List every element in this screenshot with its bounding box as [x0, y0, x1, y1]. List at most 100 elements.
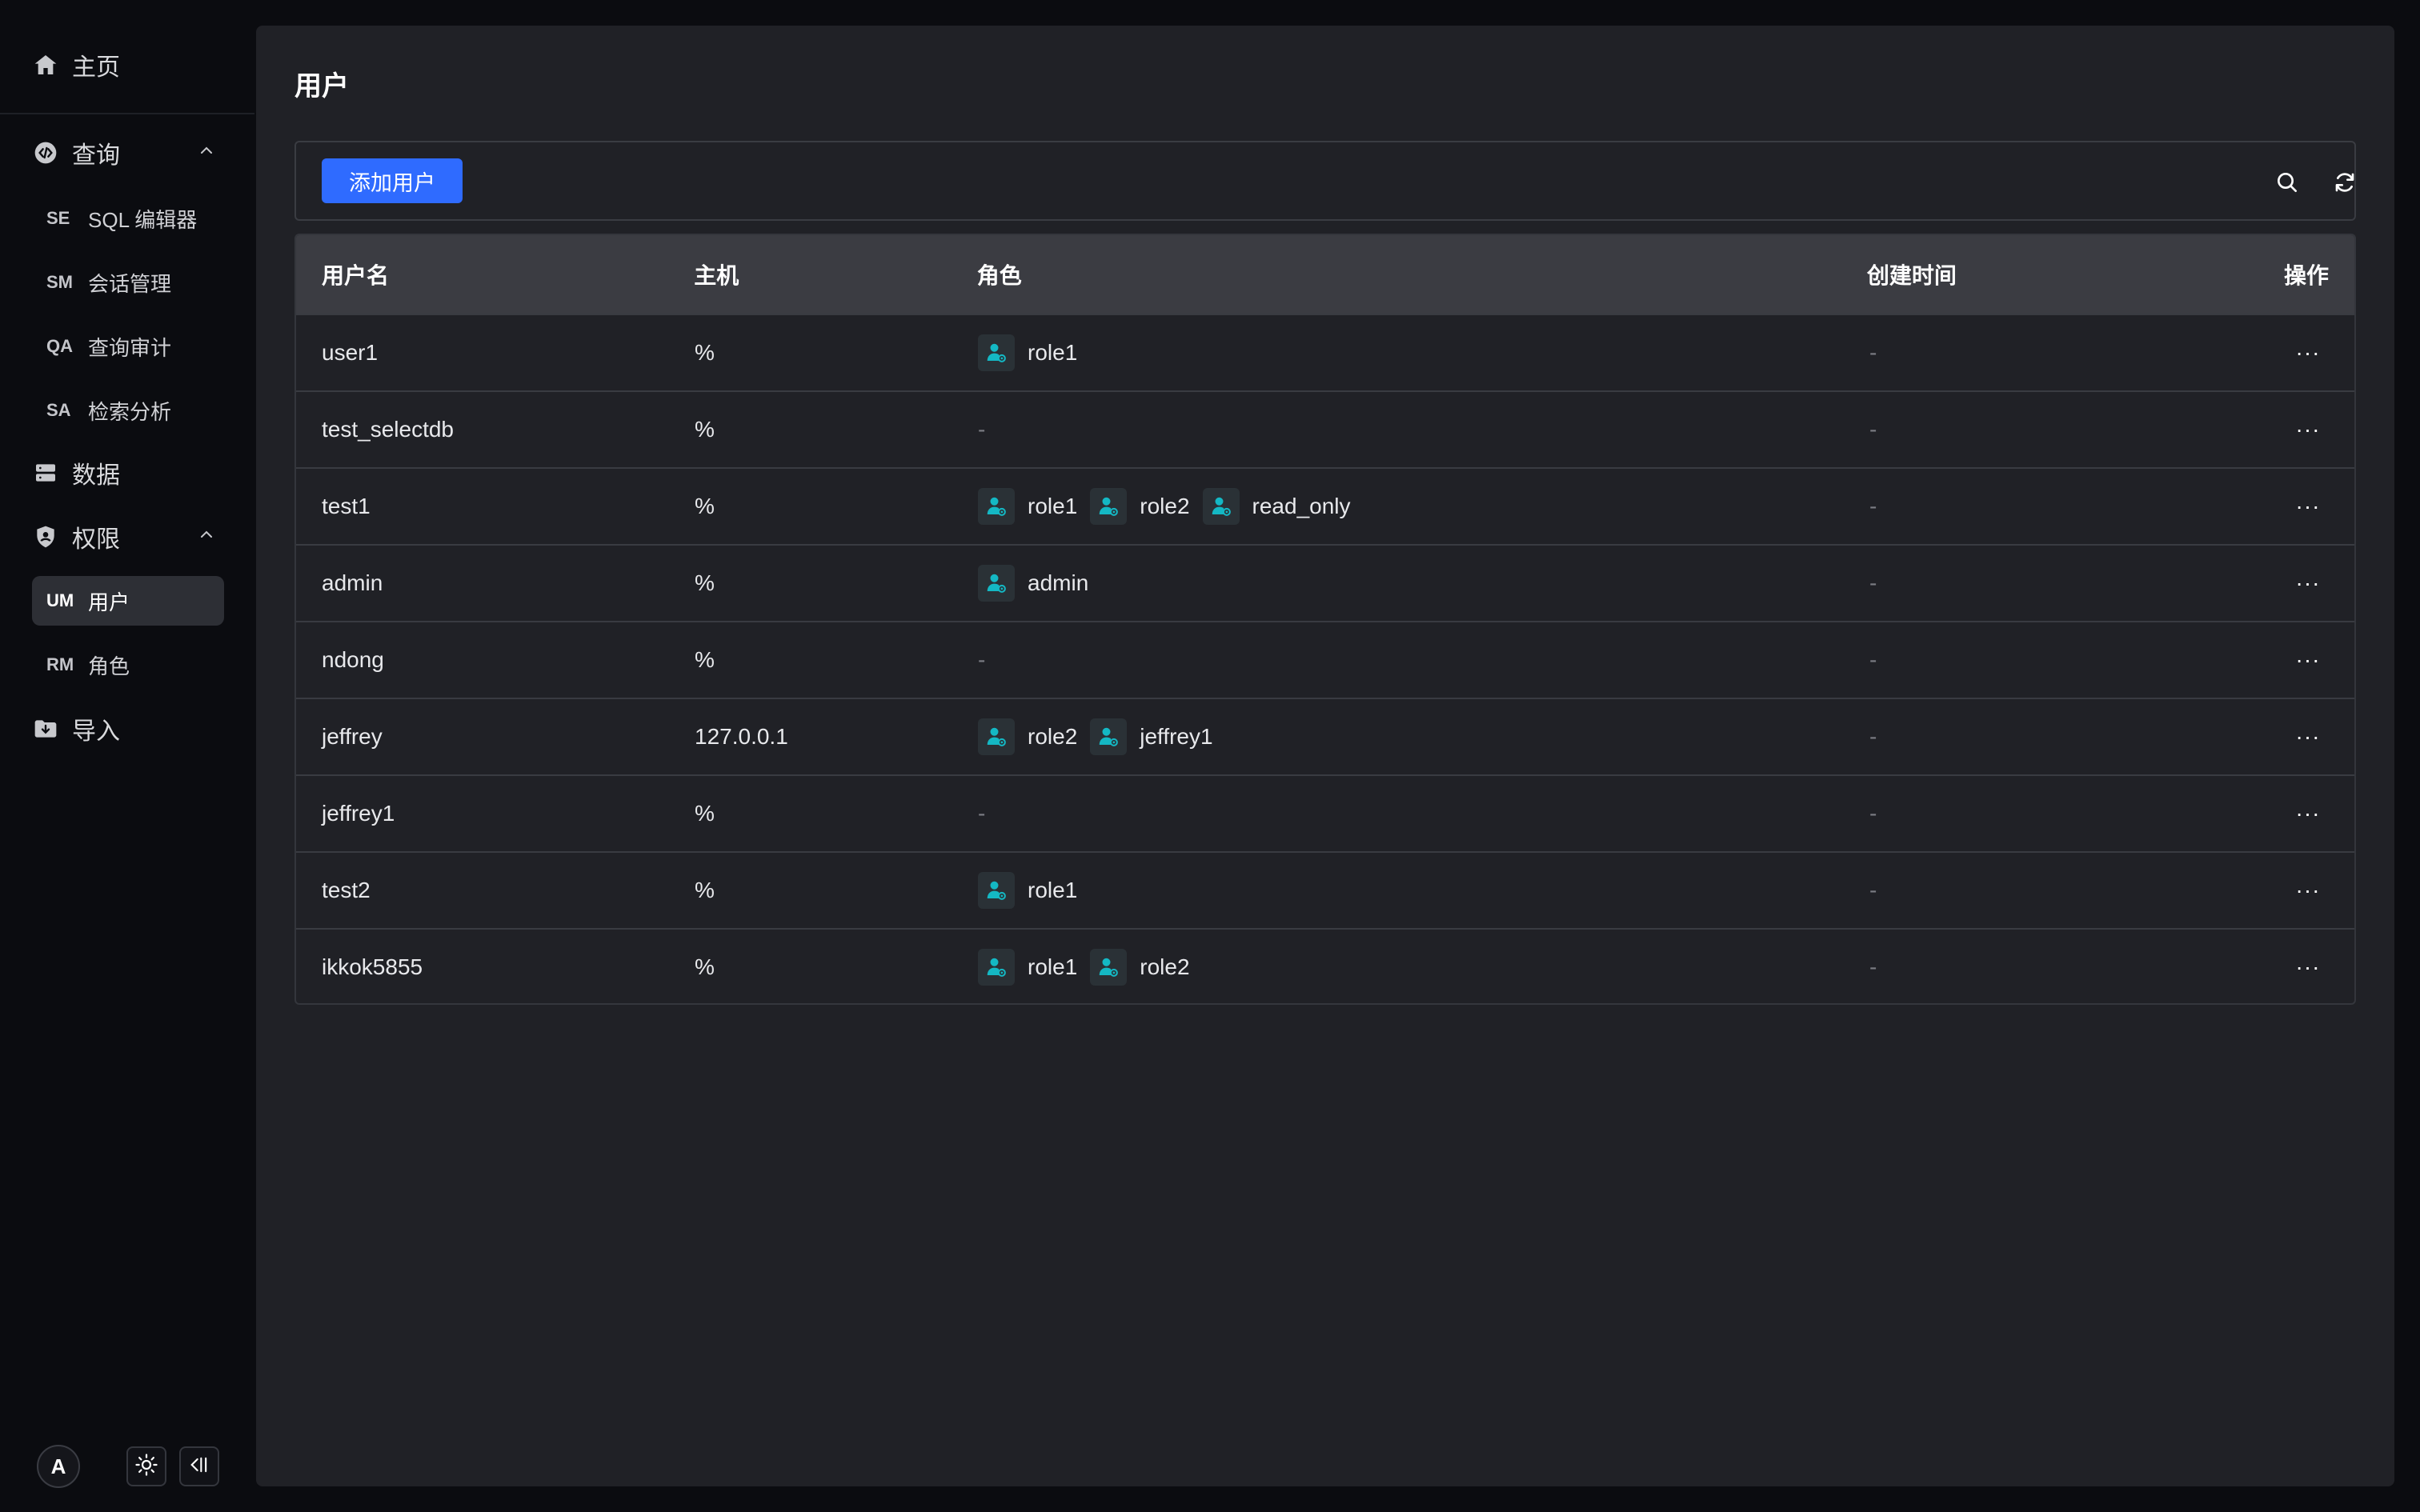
nav-home[interactable]: 主页: [32, 40, 224, 90]
collapse-sidebar-button[interactable]: [179, 1446, 219, 1486]
sidebar-item-data[interactable]: 数据: [32, 448, 224, 498]
cell-created: -: [1869, 878, 1877, 902]
cell-created: -: [1869, 494, 1877, 518]
table-header: 用户名 主机 角色 创建时间 操作: [296, 235, 2354, 314]
sidebar-item-label: 检索分析: [88, 399, 172, 424]
sidebar-item-import[interactable]: 导入: [32, 704, 224, 754]
sidebar-item-label: 查询审计: [88, 335, 172, 360]
toolbar: 添加用户: [294, 141, 2356, 221]
more-actions-icon[interactable]: ···: [2296, 418, 2321, 441]
sun-icon: [134, 1453, 158, 1481]
users-table: 用户名 主机 角色 创建时间 操作 user1% role1- ··· test_se…: [294, 234, 2356, 1005]
chevron-up-icon[interactable]: [197, 523, 216, 550]
cell-created: -: [1869, 570, 1877, 595]
add-user-button[interactable]: 添加用户: [322, 158, 463, 203]
theme-toggle-button[interactable]: [126, 1446, 166, 1486]
cell-actions: ···: [2262, 879, 2354, 902]
sidebar-item-import-label: 导入: [72, 718, 120, 745]
cell-actions: ···: [2262, 418, 2354, 441]
sidebar-item-label: 用户: [88, 590, 130, 614]
role-name: role1: [1028, 494, 1078, 518]
cell-roles: -: [978, 801, 1869, 826]
table-row: user1% role1 - ···: [296, 314, 2354, 390]
cell-host: %: [695, 340, 715, 365]
nav-group-permission[interactable]: 权限: [32, 512, 224, 562]
role-tag: role1: [978, 949, 1077, 986]
cell-actions: ···: [2262, 342, 2354, 364]
cell-actions: ···: [2262, 956, 2354, 978]
cell-username: jeffrey1: [322, 801, 395, 826]
role-user-icon: [978, 872, 1015, 909]
nav-group-permission-label: 权限: [72, 526, 120, 553]
role-tag: role2: [1090, 488, 1190, 525]
sidebar-item-abbr: UM: [46, 590, 74, 610]
cell-roles: -: [978, 417, 1869, 442]
home-icon: [32, 51, 59, 78]
sidebar-item-roles[interactable]: RM 角色: [32, 640, 224, 690]
cell-username: user1: [322, 340, 379, 365]
table-row: admin% admin - ···: [296, 544, 2354, 621]
sidebar: 主页 查询 SE SQL 编辑器 SM 会话管理 QA 查询审计 SA 检索分析…: [0, 0, 254, 1512]
search-icon[interactable]: [2271, 166, 2303, 198]
role-name: admin: [1028, 570, 1089, 595]
cell-host: %: [695, 954, 715, 979]
sidebar-item-search[interactable]: SA 检索分析: [32, 386, 224, 435]
sidebar-item-abbr: SE: [46, 208, 70, 228]
more-actions-icon[interactable]: ···: [2296, 879, 2321, 902]
cell-roles: role1 role2: [978, 949, 1869, 986]
cell-created: -: [1869, 724, 1877, 749]
more-actions-icon[interactable]: ···: [2296, 649, 2321, 671]
table-row: jeffrey 127.0.0.1 role2 jeffrey1 - ···: [296, 698, 2354, 774]
avatar[interactable]: A: [37, 1445, 80, 1488]
sidebar-item-abbr: SM: [46, 272, 73, 292]
chevron-up-icon[interactable]: [197, 139, 216, 166]
sidebar-item-label: 会话管理: [88, 271, 172, 296]
sidebar-item-audit[interactable]: QA 查询审计: [32, 322, 224, 371]
more-actions-icon[interactable]: ···: [2296, 572, 2321, 594]
sidebar-item-label: 角色: [88, 654, 130, 678]
sidebar-divider: [0, 113, 254, 114]
column-header-username: 用户名: [322, 263, 390, 288]
role-tag: role1: [978, 488, 1077, 525]
role-tag: role1: [978, 334, 1077, 371]
more-actions-icon[interactable]: ···: [2296, 342, 2321, 364]
role-tag: role2: [1090, 949, 1190, 986]
nav-home-label: 主页: [72, 54, 120, 81]
cell-roles: role1 role2 read_only: [978, 488, 1869, 525]
role-name: role1: [1028, 340, 1078, 365]
role-user-icon: [978, 334, 1015, 371]
more-actions-icon[interactable]: ···: [2296, 956, 2321, 978]
role-name: read_only: [1252, 494, 1351, 518]
column-header-roles: 角色: [976, 263, 1022, 288]
cell-host: %: [695, 801, 715, 826]
role-name: role1: [1028, 878, 1078, 902]
cell-host: %: [695, 494, 715, 518]
role-name: role2: [1140, 494, 1190, 518]
sidebar-item-users[interactable]: UM 用户: [32, 576, 224, 626]
sidebar-item-sql-editor[interactable]: SE SQL 编辑器: [32, 194, 224, 243]
cell-username: ikkok5855: [322, 954, 423, 979]
role-user-icon: [978, 718, 1015, 755]
cell-host: %: [695, 570, 715, 595]
refresh-icon[interactable]: [2329, 166, 2361, 198]
role-name: role1: [1028, 954, 1078, 979]
more-actions-icon[interactable]: ···: [2296, 495, 2321, 518]
query-code-icon: [32, 139, 59, 166]
empty-roles: -: [978, 801, 986, 826]
more-actions-icon[interactable]: ···: [2296, 802, 2321, 825]
nav-group-query[interactable]: 查询: [32, 128, 224, 178]
empty-roles: -: [978, 417, 986, 442]
role-tag: role1: [978, 872, 1077, 909]
cell-created: -: [1869, 417, 1877, 442]
table-row: ndong% - - ···: [296, 621, 2354, 698]
cell-username: jeffrey: [322, 724, 383, 749]
sidebar-item-session[interactable]: SM 会话管理: [32, 258, 224, 307]
sidebar-item-data-label: 数据: [72, 462, 120, 489]
page-title: 用户: [294, 71, 349, 102]
table-body: user1% role1- ··· test_selectdb% - - ··· test1%…: [296, 314, 2354, 1003]
cell-username: test2: [322, 878, 371, 902]
more-actions-icon[interactable]: ···: [2296, 726, 2321, 748]
role-user-icon: [1090, 718, 1128, 755]
cell-host: %: [695, 647, 715, 672]
cell-host: 127.0.0.1: [695, 724, 788, 749]
